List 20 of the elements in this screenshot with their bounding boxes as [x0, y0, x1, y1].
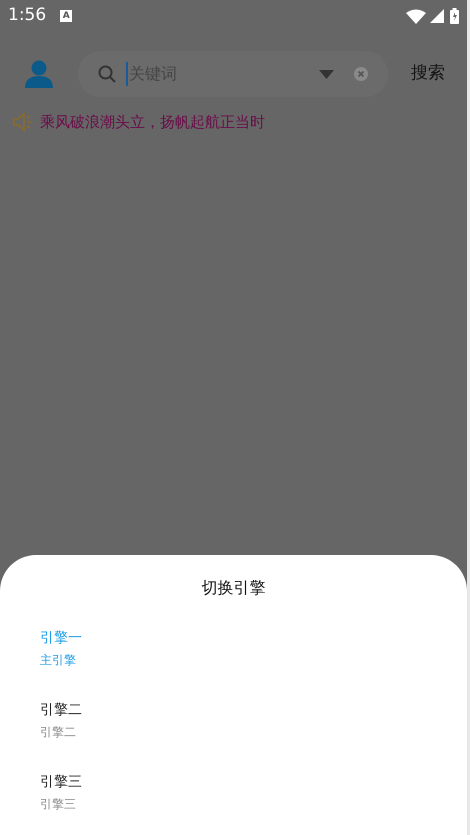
battery-icon: [450, 8, 459, 24]
engine-option[interactable]: 引擎三 引擎三: [0, 772, 467, 835]
engine-subtitle: 主引擎: [40, 652, 77, 669]
sheet-title: 切换引擎: [202, 577, 266, 599]
engine-subtitle: 引擎二: [40, 724, 77, 741]
signal-icon: [430, 9, 444, 23]
engine-name: 引擎二: [40, 701, 83, 720]
notification-icon: A: [60, 10, 72, 22]
engine-subtitle: 引擎三: [40, 796, 77, 813]
engine-name: 引擎一: [40, 629, 83, 648]
user-avatar-icon[interactable]: [24, 59, 54, 89]
wifi-icon: [406, 8, 426, 24]
notice-text: 乘风破浪潮头立，扬帆起航正当时: [40, 112, 265, 133]
clear-icon[interactable]: [354, 67, 368, 81]
dropdown-icon[interactable]: [319, 70, 334, 78]
engine-name: 引擎三: [40, 773, 83, 792]
status-time: 1:56: [8, 4, 46, 28]
engine-option[interactable]: 引擎二 引擎二: [0, 700, 467, 772]
search-icon: [98, 65, 116, 83]
speaker-icon: [12, 112, 34, 132]
